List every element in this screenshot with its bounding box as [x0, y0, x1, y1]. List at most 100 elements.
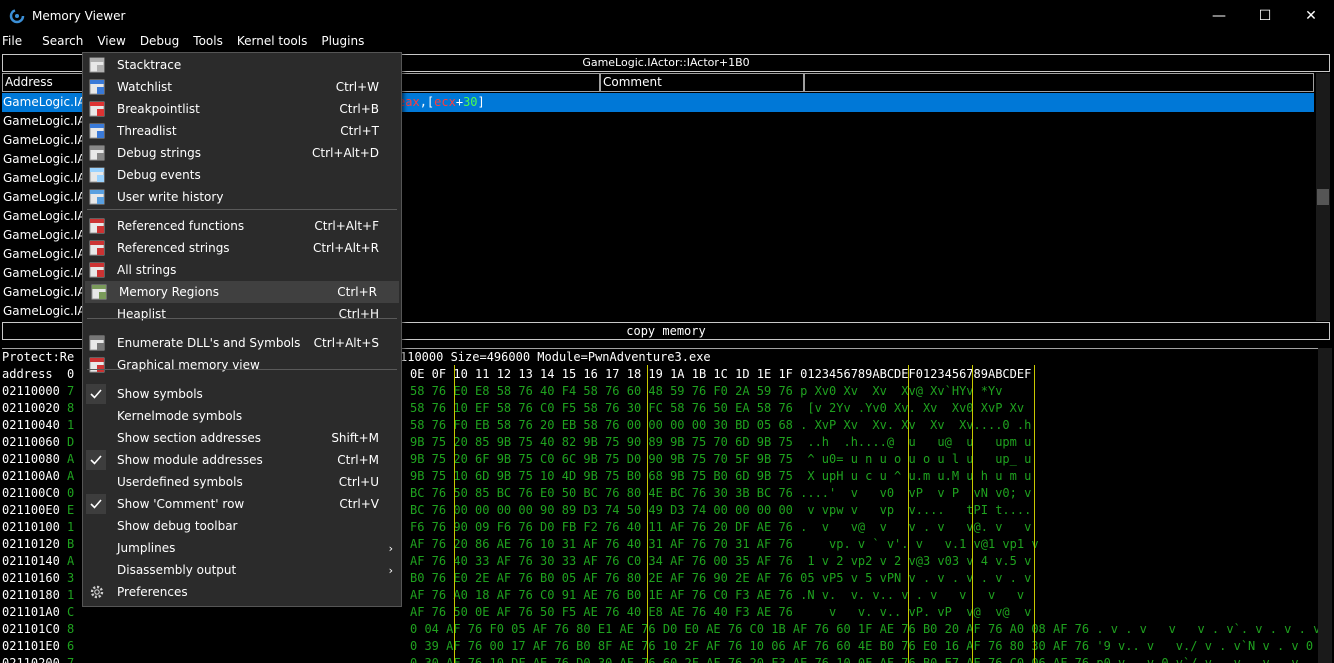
menu-item-jumplines[interactable]: Jumplines ›	[83, 537, 401, 559]
menu-item-user-write-history[interactable]: User write history	[83, 186, 401, 208]
menu-item-shortcut: Ctrl+Alt+R	[312, 241, 379, 255]
threadlist-icon	[89, 123, 105, 139]
menu-item-label: Preferences	[117, 585, 188, 599]
menu-item-shortcut: Ctrl+M	[337, 453, 379, 467]
breakpointlist-icon	[89, 101, 105, 117]
maximize-button[interactable]: ☐	[1242, 0, 1288, 32]
hex-data-line[interactable]: 021101C0 80 04 AF 76 F0 05 AF 76 80 E1 A…	[2, 621, 1330, 638]
menu-separator	[87, 209, 397, 210]
menu-item-shortcut: Ctrl+Alt+S	[313, 336, 379, 350]
column-divider	[647, 365, 648, 663]
offset-value: 30	[463, 95, 478, 109]
column-divider	[1034, 365, 1035, 663]
menu-item-label: Show 'Comment' row	[117, 497, 245, 511]
register-ecx: ecx	[434, 95, 456, 109]
scrollbar-thumb[interactable]	[1317, 189, 1329, 205]
stacktrace-icon	[89, 57, 105, 73]
menu-item-graphical-memory-view[interactable]: Graphical memory view	[83, 354, 401, 376]
menu-item-shortcut: Ctrl+Alt+D	[312, 146, 379, 160]
menu-item-debug-events[interactable]: Debug events	[83, 164, 401, 186]
menu-item-label: Kernelmode symbols	[117, 409, 243, 423]
graphical-memory-view-icon	[89, 357, 105, 373]
menu-item-userdefined-symbols[interactable]: Userdefined symbols Ctrl+U	[83, 471, 401, 493]
menu-item-shortcut: Ctrl+T	[340, 124, 379, 138]
menu-item-label: Debug events	[117, 168, 201, 182]
menu-item-shortcut: Ctrl+W	[335, 80, 379, 94]
referenced-strings-icon	[89, 240, 105, 256]
menu-item-preferences[interactable]: Preferences	[83, 581, 401, 603]
menu-item-label: Userdefined symbols	[117, 475, 243, 489]
menu-kernel-tools[interactable]: Kernel tools	[235, 34, 314, 48]
column-divider	[454, 365, 455, 663]
menu-item-show-section-addresses[interactable]: Show section addresses Shift+M	[83, 427, 401, 449]
menu-separator	[87, 318, 397, 319]
menu-item-referenced-functions[interactable]: Referenced functions Ctrl+Alt+F	[83, 215, 401, 237]
memory-regions-icon	[91, 284, 107, 300]
watchlist-icon	[89, 79, 105, 95]
menu-item-label: Referenced functions	[117, 219, 245, 233]
menu-view[interactable]: View	[95, 34, 131, 48]
menu-item-shortcut: Ctrl+B	[339, 102, 379, 116]
minimize-button[interactable]: —	[1196, 0, 1242, 32]
disassembler-scrollbar[interactable]	[1316, 73, 1330, 321]
debug-strings-icon	[89, 145, 105, 161]
menu-item-enumerate-dll-s-and-symbols[interactable]: Enumerate DLL's and Symbols Ctrl+Alt+S	[83, 332, 401, 354]
menu-item-show-comment-row[interactable]: Show 'Comment' row Ctrl+V	[83, 493, 401, 515]
menu-item-shortcut: Ctrl+U	[338, 475, 379, 489]
menu-item-watchlist[interactable]: Watchlist Ctrl+W	[83, 76, 401, 98]
menu-item-shortcut: Ctrl+R	[337, 285, 377, 299]
menu-item-memory-regions[interactable]: Memory Regions Ctrl+R	[85, 281, 399, 303]
hex-data-line[interactable]: 02110200 70 30 AF 76 10 DF AE 76 D0 30 A…	[2, 655, 1330, 663]
menu-item-shortcut: Shift+M	[331, 431, 379, 445]
check-icon	[86, 494, 106, 514]
menu-item-label: Show debug toolbar	[117, 519, 238, 533]
enumerate-dlls-icon	[89, 335, 105, 351]
referenced-functions-icon	[89, 218, 105, 234]
menu-item-label: Stacktrace	[117, 58, 182, 72]
menu-item-kernelmode-symbols[interactable]: Kernelmode symbols	[83, 405, 401, 427]
all-strings-icon	[89, 262, 105, 278]
menu-item-show-symbols[interactable]: Show symbols	[83, 383, 401, 405]
menu-item-show-module-addresses[interactable]: Show module addresses Ctrl+M	[83, 449, 401, 471]
close-button[interactable]: ✕	[1288, 0, 1334, 32]
menu-plugins[interactable]: Plugins	[319, 34, 370, 48]
menu-item-label: Watchlist	[117, 80, 172, 94]
menu-item-label: Show section addresses	[117, 431, 262, 445]
menu-separator	[87, 369, 397, 370]
menu-item-label: Debug strings	[117, 146, 201, 160]
menu-item-referenced-strings[interactable]: Referenced strings Ctrl+Alt+R	[83, 237, 401, 259]
empty-column-header[interactable]	[804, 73, 1314, 92]
chevron-right-icon: ›	[388, 541, 393, 555]
menu-item-label: Threadlist	[117, 124, 177, 138]
menu-item-debug-strings[interactable]: Debug strings Ctrl+Alt+D	[83, 142, 401, 164]
menu-item-stacktrace[interactable]: Stacktrace	[83, 54, 401, 76]
menu-item-label: User write history	[117, 190, 224, 204]
menu-item-all-strings[interactable]: All strings	[83, 259, 401, 281]
menu-item-label: Enumerate DLL's and Symbols	[117, 336, 301, 350]
comment-column-header[interactable]: Comment	[600, 73, 804, 92]
menu-item-label: Memory Regions	[119, 285, 219, 299]
menu-item-disassembly-output[interactable]: Disassembly output ›	[83, 559, 401, 581]
menu-item-label: Show symbols	[117, 387, 203, 401]
user-write-history-icon	[89, 189, 105, 205]
menu-item-threadlist[interactable]: Threadlist Ctrl+T	[83, 120, 401, 142]
menu-tools[interactable]: Tools	[191, 34, 229, 48]
menu-item-label: Disassembly output	[117, 563, 237, 577]
chevron-right-icon: ›	[388, 563, 393, 577]
menu-item-breakpointlist[interactable]: Breakpointlist Ctrl+B	[83, 98, 401, 120]
menu-item-show-debug-toolbar[interactable]: Show debug toolbar	[83, 515, 401, 537]
menu-item-label: All strings	[117, 263, 177, 277]
view-menu-dropdown: Stacktrace Watchlist Ctrl+W Breakpointlist C…	[82, 52, 402, 607]
menu-item-shortcut: Ctrl+V	[339, 497, 379, 511]
title-bar: Memory Viewer — ☐ ✕	[0, 0, 1334, 32]
hex-data-line[interactable]: 021101E0 60 39 AF 76 00 17 AF 76 B0 8F A…	[2, 638, 1330, 655]
menu-file[interactable]: File	[0, 34, 28, 48]
menu-item-label: Referenced strings	[117, 241, 230, 255]
menu-item-heaplist[interactable]: Heaplist Ctrl+H	[83, 303, 401, 325]
menu-debug[interactable]: Debug	[138, 34, 185, 48]
hex-scrollbar[interactable]	[1318, 348, 1332, 663]
column-divider	[972, 365, 973, 663]
menu-item-label: Show module addresses	[117, 453, 263, 467]
debug-events-icon	[89, 167, 105, 183]
menu-search[interactable]: Search	[40, 34, 89, 48]
